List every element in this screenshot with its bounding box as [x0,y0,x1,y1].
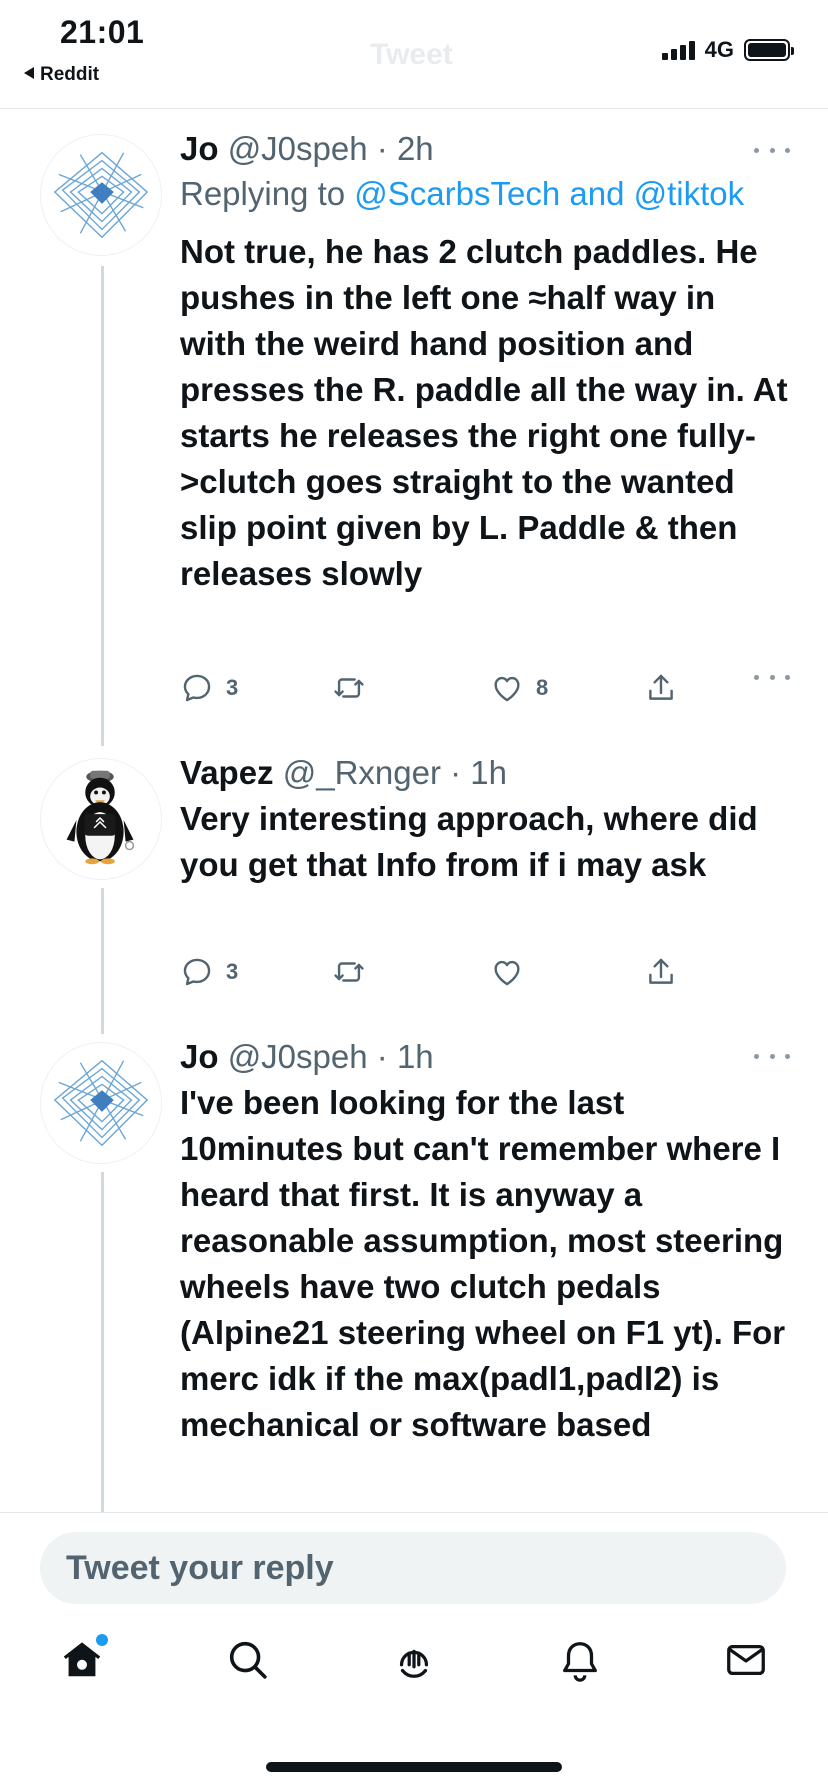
tweet-text: I've been looking for the last 10minutes… [180,1084,786,1443]
reply-button[interactable]: 3 [180,668,238,708]
author-name[interactable]: Vapez [180,754,274,791]
status-time: 21:01 [60,14,145,50]
replying-to-link[interactable]: @ScarbsTech and @tiktok [354,175,744,212]
like-count: 8 [536,675,549,700]
reply-divider [0,1512,828,1513]
thread-line [101,1172,104,1512]
tab-notifications[interactable] [550,1630,610,1690]
penguin-avatar-icon [66,770,135,865]
heart-icon [494,960,520,986]
tweet-body: Vapez @_Rxnger · 1h Very interesting app… [180,752,788,888]
avatar[interactable] [40,134,162,256]
tweet-time: · 2h [376,130,434,167]
battery-icon [744,39,794,61]
reply-input[interactable]: Tweet your reply [40,1532,786,1604]
reply-icon [183,674,211,702]
tweet-header: Vapez @_Rxnger · 1h [180,752,788,794]
search-icon [229,1641,267,1679]
share-button[interactable] [644,952,678,992]
author-name[interactable]: Jo [180,130,219,167]
tab-spaces[interactable] [384,1630,444,1690]
reply-count: 3 [226,675,239,700]
share-icon [649,674,673,700]
like-button[interactable]: 8 [490,668,548,708]
retweet-button[interactable] [332,952,378,992]
retweet-button[interactable] [332,668,378,708]
status-indicators: 4G [661,37,794,62]
replying-to-prefix: Replying to [180,175,346,212]
author-handle[interactable]: @J0speh [228,1038,368,1075]
spaces-icon [399,1649,429,1678]
reply-icon [183,958,211,986]
tweet-text: Not true, he has 2 clutch paddles. He pu… [180,233,788,592]
share-icon [649,958,673,984]
avatar[interactable] [40,758,162,880]
back-app-label: Reddit [40,64,100,85]
more-options-icon[interactable] [754,672,790,682]
avatar[interactable] [40,1042,162,1164]
back-to-app-button[interactable]: Reddit [24,64,99,86]
tweet-body: Jo @J0speh · 1h I've been looking for th… [180,1036,788,1448]
tweet-body: Jo @J0speh · 2h Replying to @ScarbsTech … [180,128,788,597]
retweet-icon [334,678,364,698]
thread-line [101,888,104,1034]
author-handle[interactable]: @J0speh [228,130,368,167]
network-type: 4G [704,37,734,62]
replying-to: Replying to @ScarbsTech and @tiktok [180,170,788,217]
tab-bar [0,1630,828,1710]
tweet-header: Jo @J0speh · 2h [180,128,788,170]
notification-dot [96,1634,108,1646]
like-button[interactable] [490,952,536,992]
tweet-text: Very interesting approach, where did you… [180,800,758,883]
geometric-avatar-icon [53,1059,149,1147]
tab-messages[interactable] [716,1630,776,1690]
status-bar: 21:01 Reddit Tweet 4G [0,0,828,108]
reply-button[interactable]: 3 [180,952,238,992]
tab-search[interactable] [218,1630,278,1690]
reply-count: 3 [226,959,239,984]
tab-home[interactable] [52,1630,112,1690]
reply-placeholder: Tweet your reply [66,1549,334,1587]
share-button[interactable] [644,668,678,708]
home-indicator[interactable] [266,1762,562,1772]
tweet-time: · 1h [376,1038,434,1075]
header-divider [0,108,828,109]
tweet-actions: 3 [180,952,700,992]
tweet-actions: 3 8 [180,668,700,708]
heart-icon [494,676,520,702]
tweet-time: · 1h [450,754,508,791]
geometric-avatar-icon [53,151,149,239]
retweet-icon [334,962,364,982]
thread-line [101,266,104,746]
author-name[interactable]: Jo [180,1038,219,1075]
messages-icon [727,1644,765,1676]
author-handle[interactable]: @_Rxnger [283,754,441,791]
tweet-header: Jo @J0speh · 1h [180,1036,788,1078]
back-arrow-icon [24,67,34,79]
page-title: Tweet [370,38,453,71]
cellular-signal-icon [661,40,695,60]
notifications-icon [563,1642,597,1682]
